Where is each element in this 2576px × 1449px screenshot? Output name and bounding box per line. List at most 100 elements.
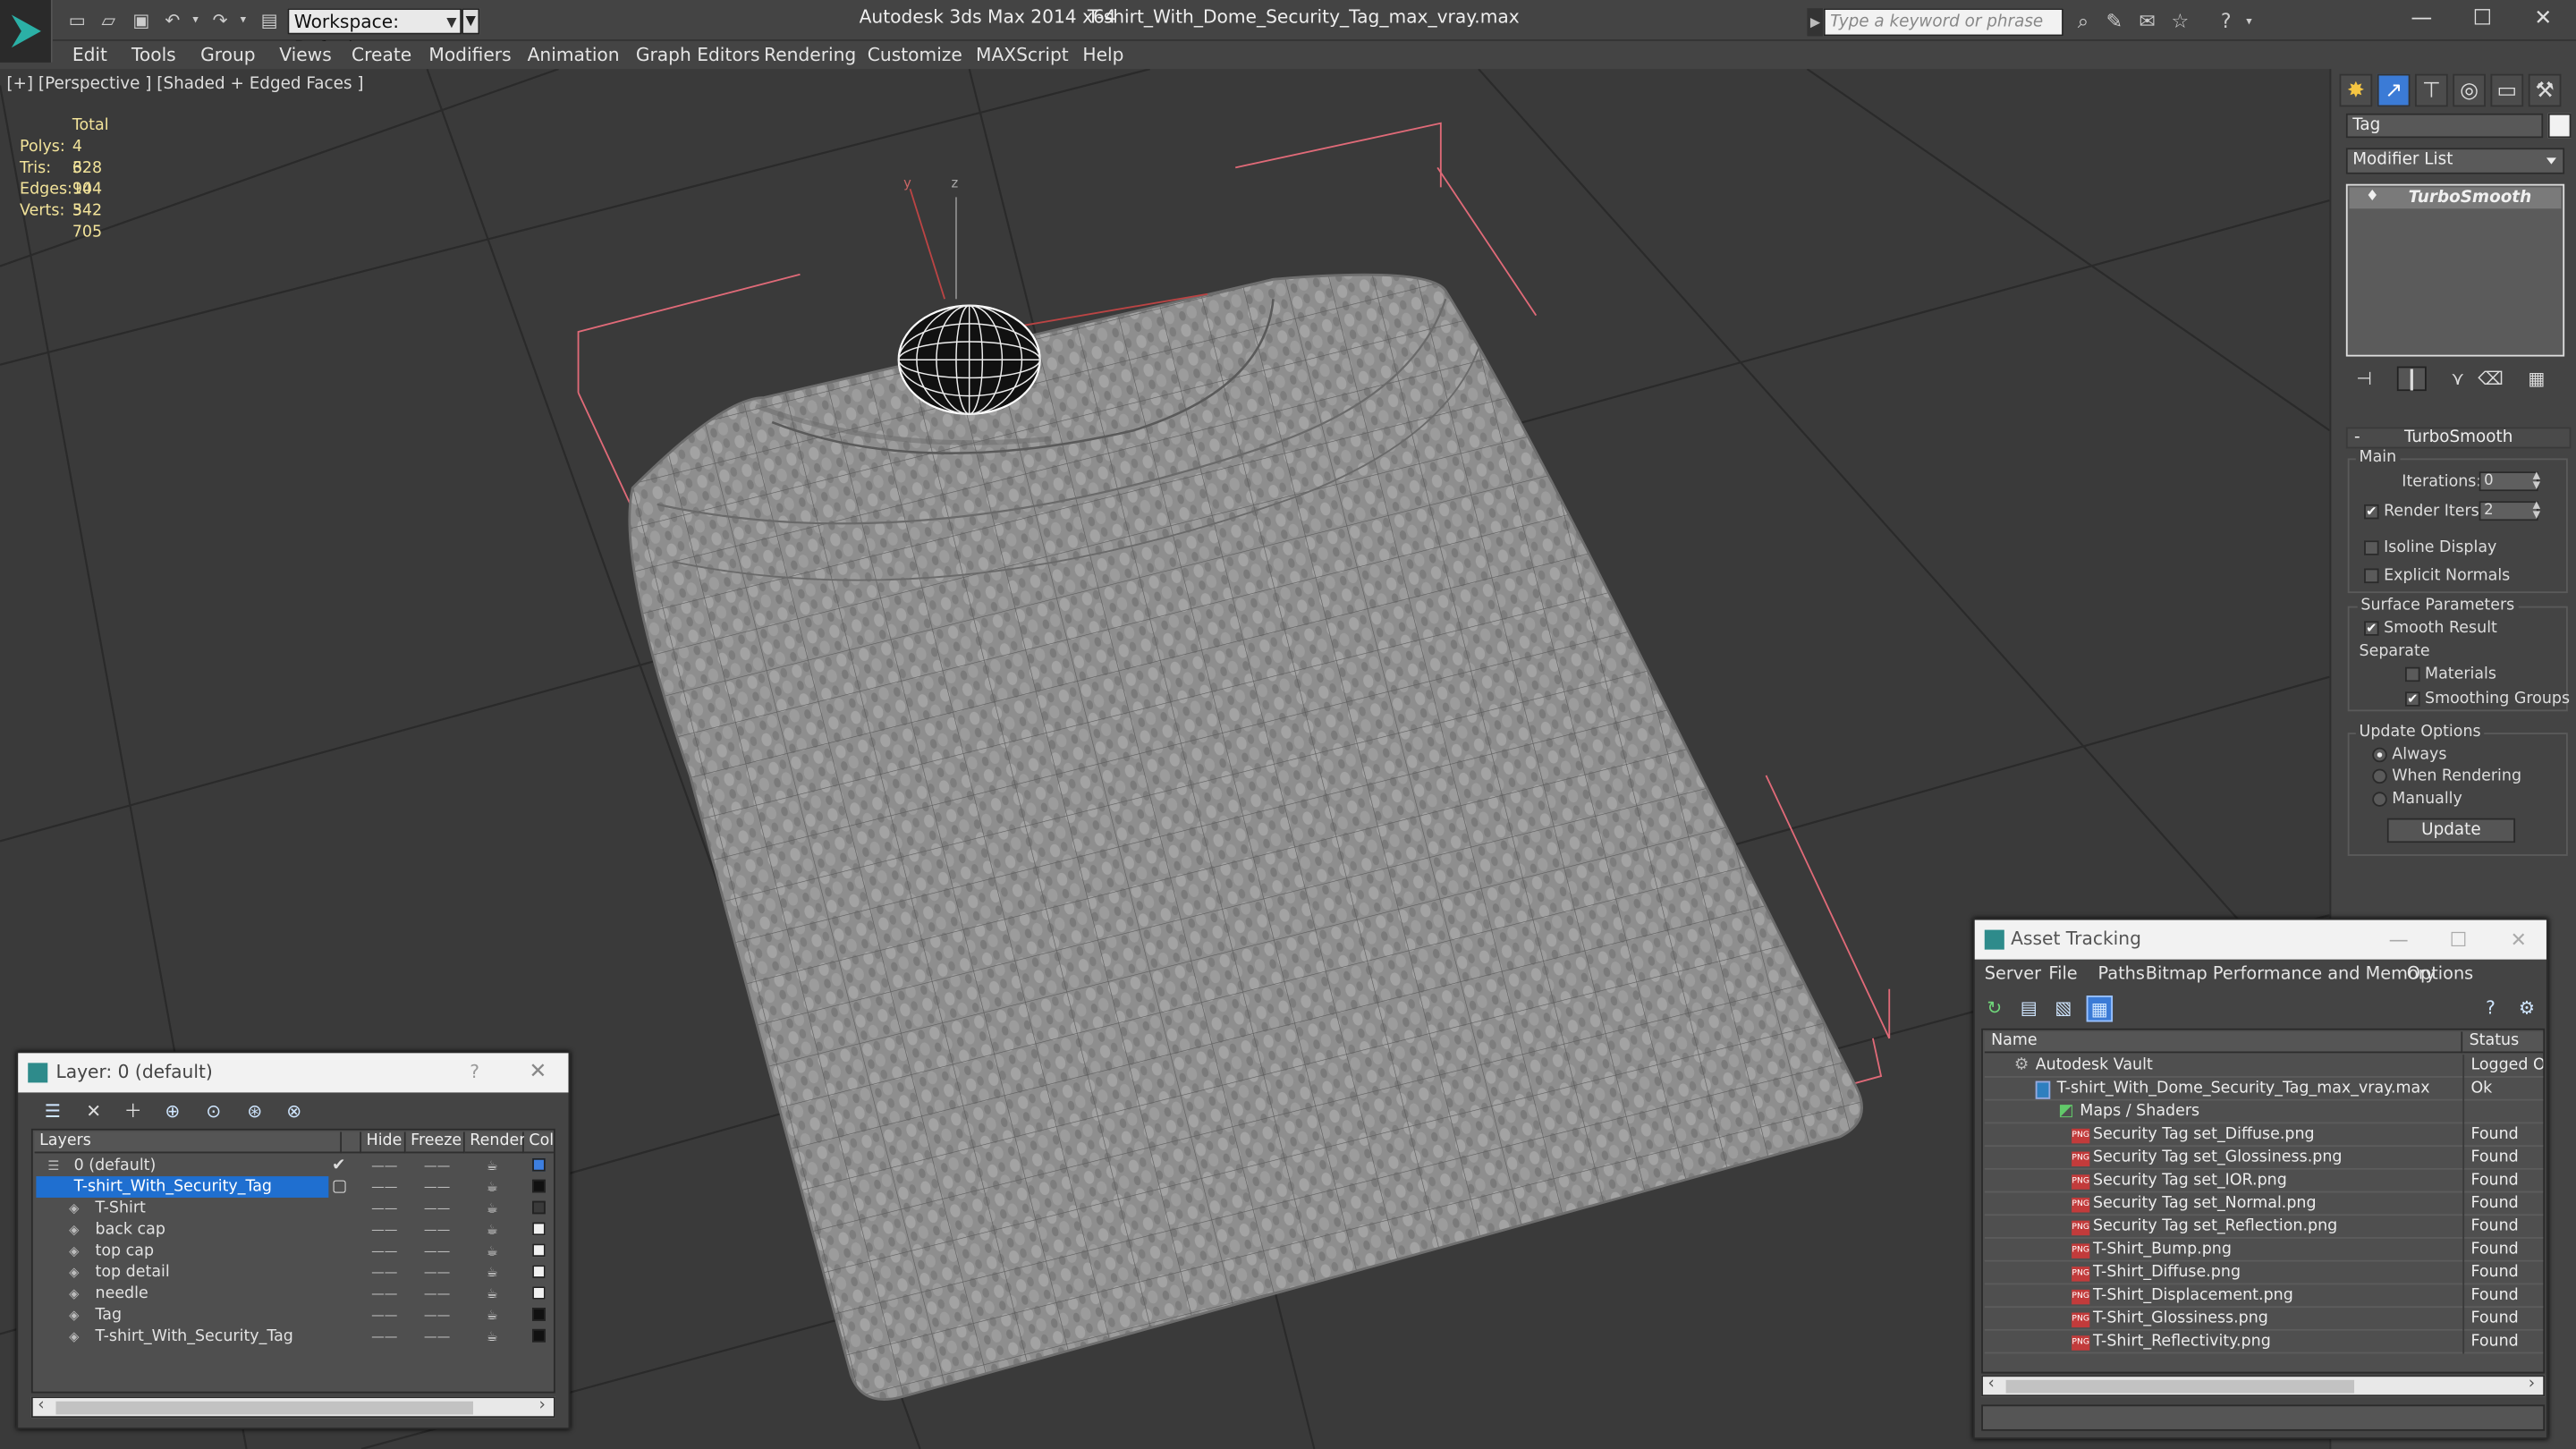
col-name[interactable]: Name: [1984, 1031, 2463, 1054]
highlight-layer-icon[interactable]: ⊛: [240, 1099, 269, 1125]
undo-dropdown-icon[interactable]: ▾: [184, 10, 208, 31]
add-selection-icon[interactable]: ⊕: [157, 1099, 187, 1125]
asset-row[interactable]: PNG Security Tag set_Reflection.png Found: [1984, 1216, 2544, 1239]
menu-options[interactable]: Options: [2407, 964, 2473, 984]
explicit-normals-checkbox[interactable]: [2364, 568, 2379, 584]
redo-dropdown-icon[interactable]: ▾: [232, 10, 255, 31]
stack-item-turbosmooth[interactable]: ♦ TurboSmooth: [2349, 187, 2562, 209]
freeze-toggle[interactable]: ——: [424, 1262, 450, 1284]
menu-modifiers[interactable]: Modifiers: [428, 45, 511, 66]
render-teapot-icon[interactable]: ☕: [487, 1198, 498, 1219]
menu-bitmap-performance[interactable]: Bitmap Performance and Memory: [2146, 964, 2436, 984]
when-rendering-radio[interactable]: [2372, 768, 2387, 784]
layer-row[interactable]: ◈ T-Shirt —— —— ☕: [35, 1198, 554, 1219]
layer-color-swatch[interactable]: [532, 1157, 546, 1172]
open-file-icon[interactable]: ▱: [97, 10, 120, 31]
app-logo-button[interactable]: [0, 0, 53, 63]
asset-row[interactable]: PNG Security Tag set_Diffuse.png Found: [1984, 1123, 2544, 1148]
asset-path-field[interactable]: [1981, 1404, 2546, 1431]
freeze-toggle[interactable]: ——: [424, 1304, 450, 1326]
communication-icon[interactable]: ✉: [2136, 10, 2159, 33]
layer-row[interactable]: ☰ 0 (default) ✔ —— —— ☕: [35, 1155, 554, 1176]
spinner-arrows-icon[interactable]: ▲ ▼: [2530, 500, 2544, 521]
col-freeze[interactable]: Freeze: [405, 1131, 465, 1154]
help-button[interactable]: ?: [470, 1053, 479, 1092]
maximize-button[interactable]: ☐: [2458, 5, 2507, 35]
object-color-swatch[interactable]: [2547, 113, 2572, 139]
create-tab-icon[interactable]: ✸: [2339, 73, 2373, 107]
object-name-field[interactable]: Tag: [2345, 113, 2544, 139]
subscription-icon[interactable]: ✎: [2103, 10, 2126, 33]
utilities-tab-icon[interactable]: ⚒: [2528, 73, 2562, 107]
col-layers[interactable]: Layers: [34, 1131, 343, 1154]
viewport-label[interactable]: [+] [Perspective ] [Shaded + Edged Faces…: [6, 75, 363, 93]
layer-name[interactable]: back cap: [96, 1219, 165, 1241]
minimize-icon[interactable]: —: [2389, 920, 2409, 960]
menu-customize[interactable]: Customize: [868, 45, 962, 66]
layer-row[interactable]: ◈ back cap —— —— ☕: [35, 1219, 554, 1241]
search-input[interactable]: Type a keyword or phrase: [1823, 8, 2063, 37]
menu-tools[interactable]: Tools: [131, 45, 176, 66]
layer-color-swatch[interactable]: [532, 1200, 546, 1215]
hide-toggle[interactable]: ——: [371, 1283, 397, 1304]
asset-row[interactable]: PNG Security Tag set_IOR.png Found: [1984, 1169, 2544, 1193]
modifier-stack[interactable]: ♦ TurboSmooth: [2345, 183, 2565, 357]
hide-toggle[interactable]: ——: [371, 1176, 397, 1198]
workspace-dropdown[interactable]: Workspace: Default▼: [287, 8, 462, 59]
redo-icon[interactable]: ↷: [208, 10, 232, 31]
close-icon[interactable]: ✕: [529, 1053, 547, 1092]
asset-row[interactable]: T-shirt_With_Dome_Security_Tag_max_vray.…: [1984, 1077, 2544, 1101]
hide-toggle[interactable]: ——: [371, 1326, 397, 1347]
lightbulb-icon[interactable]: ♦: [2366, 187, 2379, 208]
menu-maxscript[interactable]: MAXScript: [976, 45, 1069, 66]
undo-icon[interactable]: ↶: [161, 10, 184, 31]
display-tab-icon[interactable]: ▭: [2490, 73, 2524, 107]
col-hide[interactable]: Hide: [361, 1131, 406, 1154]
save-file-icon[interactable]: ▣: [130, 10, 153, 31]
menu-paths[interactable]: Paths: [2098, 964, 2145, 984]
close-icon[interactable]: ✕: [2511, 920, 2527, 960]
menu-graph-editors[interactable]: Graph Editors: [636, 45, 760, 66]
hide-toggle[interactable]: ——: [371, 1262, 397, 1284]
render-teapot-icon[interactable]: ☕: [487, 1304, 498, 1326]
hide-toggle[interactable]: ——: [371, 1155, 397, 1176]
delete-layer-icon[interactable]: ✕: [79, 1099, 108, 1125]
render-teapot-icon[interactable]: ☕: [487, 1262, 498, 1284]
asset-row[interactable]: PNG Security Tag set_Normal.png Found: [1984, 1192, 2544, 1216]
asset-row[interactable]: PNG T-Shirt_Reflectivity.png Found: [1984, 1330, 2544, 1354]
layer-dialog-titlebar[interactable]: Layer: 0 (default) ? ✕: [18, 1053, 569, 1093]
layer-name[interactable]: T-Shirt: [96, 1198, 146, 1219]
asset-row[interactable]: PNG T-Shirt_Diffuse.png Found: [1984, 1261, 2544, 1285]
asset-row[interactable]: ◩ Maps / Shaders: [1984, 1100, 2544, 1124]
layer-row[interactable]: ◈ needle —— —— ☕: [35, 1283, 554, 1304]
layer-name[interactable]: T-shirt_With_Security_Tag: [96, 1326, 293, 1347]
scrollbar-thumb[interactable]: [2005, 1379, 2355, 1394]
always-radio[interactable]: [2372, 747, 2387, 763]
remove-modifier-icon[interactable]: ⌫: [2476, 367, 2505, 392]
menu-group[interactable]: Group: [200, 45, 256, 66]
pin-stack-icon[interactable]: ⊣: [2350, 367, 2379, 392]
render-teapot-icon[interactable]: ☕: [487, 1283, 498, 1304]
freeze-toggle[interactable]: ——: [424, 1241, 450, 1262]
layer-color-swatch[interactable]: [532, 1265, 546, 1278]
scroll-left-icon[interactable]: ‹: [38, 1396, 44, 1414]
col-render[interactable]: Render: [464, 1131, 525, 1154]
project-folder-icon[interactable]: ▤: [258, 10, 281, 31]
freeze-toggle[interactable]: ——: [424, 1198, 450, 1219]
spinner-arrows-icon[interactable]: ▲ ▼: [2530, 470, 2544, 491]
layer-name[interactable]: needle: [96, 1283, 148, 1304]
render-iters-checkbox[interactable]: ✔: [2364, 504, 2379, 520]
isoline-display-checkbox[interactable]: [2364, 540, 2379, 555]
layer-color-swatch[interactable]: [532, 1179, 546, 1193]
hide-toggle[interactable]: ——: [371, 1219, 397, 1241]
layer-row[interactable]: ◈ top cap —— —— ☕: [35, 1241, 554, 1262]
freeze-toggle[interactable]: ——: [424, 1176, 450, 1198]
asset-row[interactable]: PNG Security Tag set_Glossiness.png Found: [1984, 1147, 2544, 1170]
scroll-right-icon[interactable]: ›: [2529, 1375, 2535, 1393]
update-button[interactable]: Update: [2386, 818, 2516, 843]
select-objects-icon[interactable]: ⊙: [199, 1099, 228, 1125]
smoothing-groups-checkbox[interactable]: ✔: [2404, 691, 2420, 707]
settings-icon[interactable]: ⚙: [2513, 996, 2539, 1021]
layer-row[interactable]: ◈ top detail —— —— ☕: [35, 1262, 554, 1284]
layer-name[interactable]: 0 (default): [74, 1155, 157, 1176]
